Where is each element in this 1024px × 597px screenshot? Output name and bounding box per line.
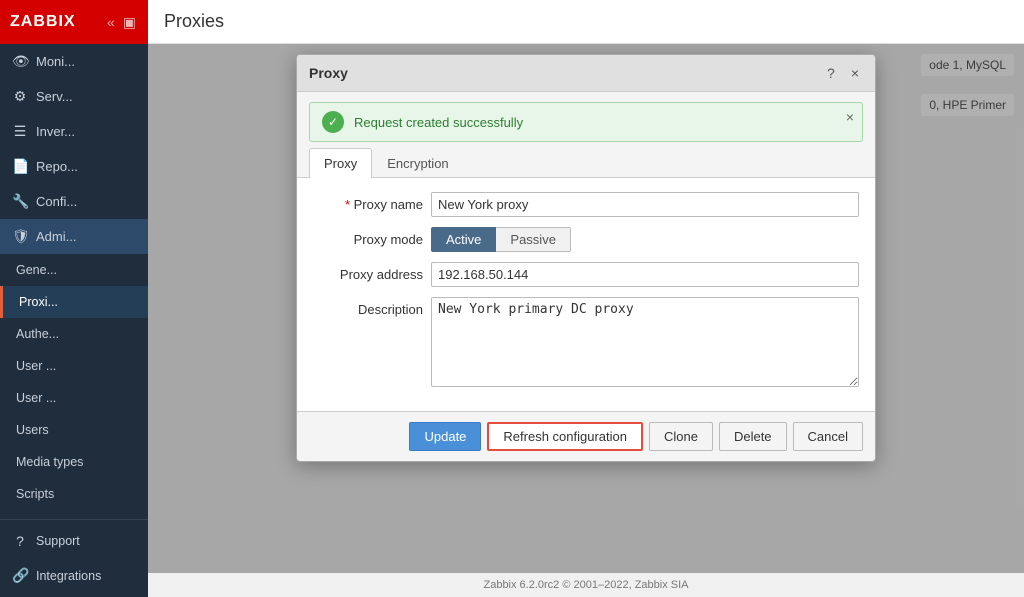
sidebar-subitem-label: Media types xyxy=(16,455,83,469)
update-button[interactable]: Update xyxy=(409,422,481,451)
success-message: Request created successfully xyxy=(354,115,850,130)
sidebar-item-label: Inver... xyxy=(36,124,75,139)
page-footer: Zabbix 6.2.0rc2 © 2001–2022, Zabbix SIA xyxy=(148,573,1024,597)
sidebar-item-monitoring[interactable]: 👁 Moni... xyxy=(0,44,148,79)
success-notification: ✓ Request created successfully × xyxy=(309,102,863,142)
sidebar-item-authentication[interactable]: Authe... xyxy=(0,318,148,350)
modal-header: Proxy ? × xyxy=(297,55,875,92)
inventory-icon: ☰ xyxy=(12,123,28,140)
support-icon: ? xyxy=(12,533,28,549)
sidebar-item-label: Admi... xyxy=(36,229,76,244)
logo-text: ZABBIX xyxy=(10,13,76,31)
refresh-configuration-button[interactable]: Refresh configuration xyxy=(487,422,643,451)
description-input[interactable]: New York primary DC proxy xyxy=(431,297,859,387)
integrations-icon: 🔗 xyxy=(12,567,28,584)
modal-header-actions: ? × xyxy=(823,63,863,83)
tab-proxy[interactable]: Proxy xyxy=(309,148,372,178)
clone-button[interactable]: Clone xyxy=(649,422,713,451)
sidebar-nav: 👁 Moni... ⚙ Serv... ☰ Inver... 📄 Repo...… xyxy=(0,44,148,519)
sidebar-item-queue[interactable]: Queue › xyxy=(0,510,148,519)
sidebar-subitem-label: Proxi... xyxy=(19,295,58,309)
main-content: Proxies ode 1, MySQL 0, HPE Primer Proxy… xyxy=(148,0,1024,597)
services-icon: ⚙ xyxy=(12,88,28,105)
topbar: Proxies xyxy=(148,0,1024,44)
proxy-mode-row: Proxy mode Active Passive xyxy=(313,227,859,252)
sidebar-item-user-roles[interactable]: User ... xyxy=(0,382,148,414)
success-close-button[interactable]: × xyxy=(846,109,854,125)
proxy-mode-active-button[interactable]: Active xyxy=(431,227,496,252)
sidebar-item-label: Moni... xyxy=(36,54,75,69)
sidebar-subitem-label: Gene... xyxy=(16,263,57,277)
sidebar-subitem-label: User ... xyxy=(16,391,56,405)
page-title: Proxies xyxy=(164,11,224,32)
sidebar-item-administration[interactable]: 🛡 Admi... xyxy=(0,219,148,254)
proxy-address-input[interactable] xyxy=(431,262,859,287)
proxy-address-row: Proxy address xyxy=(313,262,859,287)
sidebar-item-support[interactable]: ? Support xyxy=(0,524,148,558)
description-label: Description xyxy=(313,297,423,317)
proxy-address-label: Proxy address xyxy=(313,262,423,282)
footer-text: Zabbix 6.2.0rc2 © 2001–2022, Zabbix SIA xyxy=(483,579,688,591)
sidebar-item-scripts[interactable]: Scripts xyxy=(0,478,148,510)
reports-icon: 📄 xyxy=(12,158,28,175)
sidebar-item-reports[interactable]: 📄 Repo... xyxy=(0,149,148,184)
sidebar-item-label: Confi... xyxy=(36,194,77,209)
sidebar-logo: ZABBIX « ▣ xyxy=(0,0,148,44)
sidebar-item-media-types[interactable]: Media types xyxy=(0,446,148,478)
modal-help-button[interactable]: ? xyxy=(823,63,839,83)
configuration-icon: 🔧 xyxy=(12,193,28,210)
content-area: ode 1, MySQL 0, HPE Primer Proxy ? × ✓ R… xyxy=(148,44,1024,573)
description-row: Description New York primary DC proxy xyxy=(313,297,859,387)
proxy-name-label: Proxy name xyxy=(313,192,423,212)
sidebar-item-general[interactable]: Gene... xyxy=(0,254,148,286)
sidebar-subitem-label: Scripts xyxy=(16,487,54,501)
sidebar-item-users[interactable]: Users xyxy=(0,414,148,446)
administration-icon: 🛡 xyxy=(12,228,28,245)
delete-button[interactable]: Delete xyxy=(719,422,787,451)
sidebar-item-services[interactable]: ⚙ Serv... xyxy=(0,79,148,114)
sidebar-item-integrations[interactable]: 🔗 Integrations xyxy=(0,558,148,593)
modal-body: Proxy name Proxy mode Active Passive Pro… xyxy=(297,178,875,411)
sidebar-bottom: ? Support 🔗 Integrations xyxy=(0,519,148,597)
sidebar-item-label: Serv... xyxy=(36,89,73,104)
sidebar-item-configuration[interactable]: 🔧 Confi... xyxy=(0,184,148,219)
proxy-mode-label: Proxy mode xyxy=(313,227,423,247)
sidebar-subitem-label: Users xyxy=(16,423,49,437)
sidebar-subitem-label: Authe... xyxy=(16,327,59,341)
modal-close-button[interactable]: × xyxy=(847,63,863,83)
proxy-name-input[interactable] xyxy=(431,192,859,217)
sidebar-item-label: Support xyxy=(36,534,80,548)
proxy-modal: Proxy ? × ✓ Request created successfully… xyxy=(296,54,876,462)
cancel-button[interactable]: Cancel xyxy=(793,422,863,451)
expand-icon[interactable]: ▣ xyxy=(121,12,138,33)
sidebar-item-inventory[interactable]: ☰ Inver... xyxy=(0,114,148,149)
sidebar-subitem-label: User ... xyxy=(16,359,56,373)
proxy-name-row: Proxy name xyxy=(313,192,859,217)
modal-footer: Update Refresh configuration Clone Delet… xyxy=(297,411,875,461)
sidebar-item-proxies[interactable]: Proxi... xyxy=(0,286,148,318)
collapse-icon[interactable]: « xyxy=(105,12,117,33)
proxy-mode-passive-button[interactable]: Passive xyxy=(495,227,571,252)
modal-overlay: Proxy ? × ✓ Request created successfully… xyxy=(148,44,1024,573)
monitoring-icon: 👁 xyxy=(12,53,28,70)
sidebar: ZABBIX « ▣ 👁 Moni... ⚙ Serv... ☰ Inver..… xyxy=(0,0,148,597)
tab-encryption[interactable]: Encryption xyxy=(372,148,463,178)
sidebar-item-label: Repo... xyxy=(36,159,78,174)
modal-tabs: Proxy Encryption xyxy=(297,148,875,178)
proxy-mode-buttons: Active Passive xyxy=(431,227,571,252)
sidebar-item-label: Integrations xyxy=(36,569,101,583)
sidebar-item-user-groups[interactable]: User ... xyxy=(0,350,148,382)
modal-title: Proxy xyxy=(309,65,348,81)
logo-icons: « ▣ xyxy=(105,12,138,33)
success-icon: ✓ xyxy=(322,111,344,133)
